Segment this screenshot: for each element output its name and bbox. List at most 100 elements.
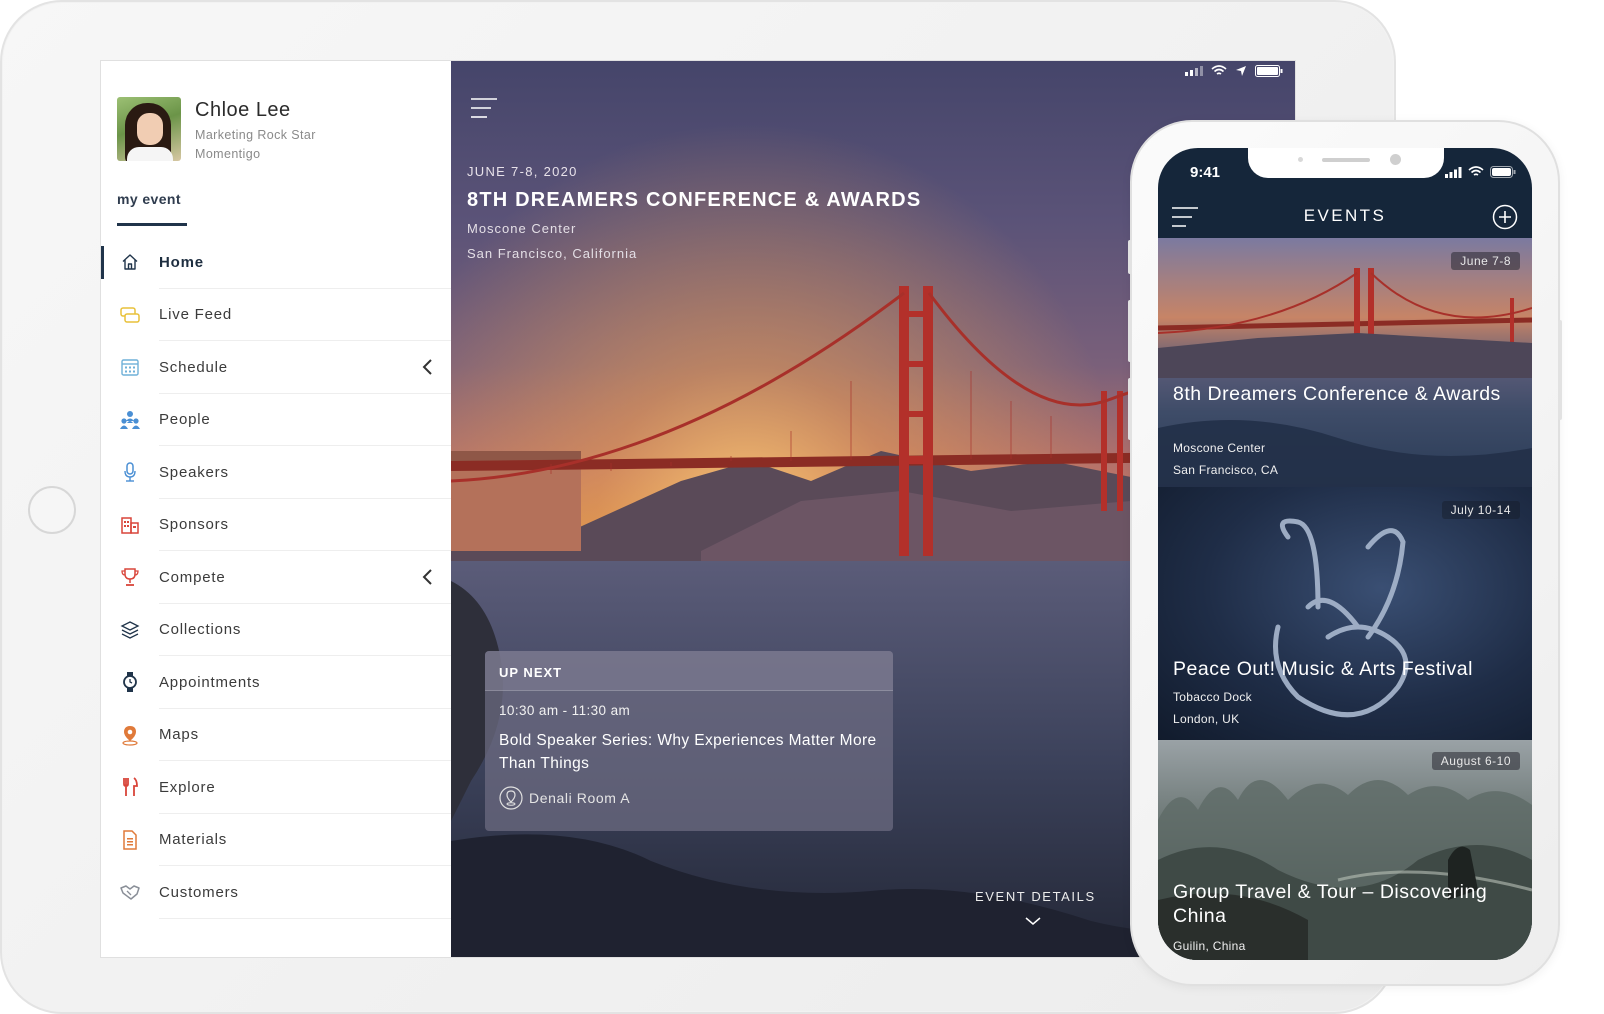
- phone-header: EVENTS: [1158, 200, 1532, 238]
- up-next-time: 10:30 am - 11:30 am: [499, 703, 630, 718]
- sidebar-item-maps[interactable]: Maps: [101, 709, 463, 762]
- sidebar-item-schedule[interactable]: Schedule: [101, 341, 463, 394]
- phone-power-button: [1558, 320, 1562, 420]
- phone-clock: 9:41: [1190, 164, 1220, 181]
- sidebar-item-label: Home: [159, 254, 204, 271]
- chevron-left-icon[interactable]: [421, 568, 433, 591]
- user-name: Chloe Lee: [195, 99, 316, 122]
- battery-icon: [1490, 166, 1516, 178]
- phone-device-frame: 9:41 EVENTS: [1130, 120, 1560, 986]
- calendar-icon: [119, 356, 141, 378]
- add-event-icon[interactable]: [1492, 204, 1518, 235]
- up-next-heading: UP NEXT: [485, 651, 893, 691]
- sidebar-item-appointments[interactable]: Appointments: [101, 656, 463, 709]
- sidebar-item-live-feed[interactable]: Live Feed: [101, 289, 463, 342]
- sidebar-item-home[interactable]: Home: [101, 236, 463, 289]
- event-card-venue: Moscone Center: [1173, 441, 1265, 455]
- event-card-venue: Tobacco Dock: [1173, 690, 1252, 704]
- sidebar-item-collections[interactable]: Collections: [101, 604, 463, 657]
- menu-icon[interactable]: [471, 97, 497, 124]
- tablet-home-button[interactable]: [28, 486, 76, 534]
- location-arrow-icon: [1235, 65, 1247, 77]
- phone-status-bar: [1445, 166, 1516, 178]
- home-icon: [119, 251, 141, 273]
- sidebar-item-sponsors[interactable]: Sponsors: [101, 499, 463, 552]
- user-company: Momentigo: [195, 147, 316, 161]
- event-venue: Moscone Center: [467, 221, 576, 236]
- up-next-room: Denali Room A: [499, 786, 630, 810]
- event-details-link[interactable]: EVENT DETAILS: [975, 889, 1096, 904]
- event-date: JUNE 7-8, 2020: [467, 164, 578, 179]
- map-pin-icon: [119, 724, 141, 746]
- up-next-title: Bold Speaker Series: Why Experiences Mat…: [499, 729, 879, 775]
- up-next-card[interactable]: UP NEXT 10:30 am - 11:30 am Bold Speaker…: [485, 651, 893, 831]
- room-label: Denali Room A: [529, 790, 630, 806]
- handshake-icon: [119, 881, 141, 903]
- sidebar-item-label: Materials: [159, 831, 227, 848]
- tab-active-indicator: [117, 223, 187, 226]
- chevron-down-icon[interactable]: [1025, 913, 1041, 931]
- phone-notch: [1248, 148, 1444, 178]
- people-icon: [119, 409, 141, 431]
- sidebar-item-label: Live Feed: [159, 306, 232, 323]
- sidebar-item-label: Speakers: [159, 464, 229, 481]
- phone-volume-up: [1128, 300, 1132, 362]
- building-icon: [119, 514, 141, 536]
- sidebar-item-label: Schedule: [159, 359, 228, 376]
- user-role: Marketing Rock Star: [195, 128, 316, 142]
- event-card[interactable]: August 6-10 Group Travel & Tour – Discov…: [1158, 740, 1532, 960]
- event-card[interactable]: June 7-8 8th Dreamers Conference & Award…: [1158, 238, 1532, 487]
- sidebar: Chloe Lee Marketing Rock Star Momentigo …: [101, 61, 463, 957]
- sidebar-item-label: Appointments: [159, 674, 260, 691]
- watch-icon: [119, 671, 141, 693]
- sidebar-item-label: Maps: [159, 726, 199, 743]
- avatar: [117, 97, 181, 161]
- event-date-badge: August 6-10: [1432, 752, 1520, 770]
- tablet-status-bar: [1185, 65, 1283, 77]
- wifi-icon: [1468, 166, 1484, 178]
- layers-icon: [119, 619, 141, 641]
- signal-icon: [1185, 66, 1203, 76]
- microphone-icon: [119, 461, 141, 483]
- sidebar-item-materials[interactable]: Materials: [101, 814, 463, 867]
- document-icon: [119, 829, 141, 851]
- event-card-title: Peace Out! Music & Arts Festival: [1173, 657, 1525, 681]
- sidebar-item-speakers[interactable]: Speakers: [101, 446, 463, 499]
- event-card-location: Guilin, China: [1173, 939, 1246, 953]
- event-card-title: 8th Dreamers Conference & Awards: [1173, 382, 1525, 406]
- trophy-icon: [119, 566, 141, 588]
- user-profile[interactable]: Chloe Lee Marketing Rock Star Momentigo: [117, 97, 316, 161]
- phone-mute-switch: [1128, 240, 1132, 274]
- sidebar-nav: Home Live Feed Schedule: [101, 236, 463, 919]
- sidebar-item-label: Customers: [159, 884, 239, 901]
- event-date-badge: June 7-8: [1451, 252, 1520, 270]
- event-card[interactable]: July 10-14 Peace Out! Music & Arts Festi…: [1158, 487, 1532, 740]
- battery-icon: [1255, 65, 1283, 77]
- sidebar-item-label: Compete: [159, 569, 225, 586]
- chevron-left-icon[interactable]: [421, 358, 433, 381]
- location-pin-icon: [499, 786, 523, 810]
- event-card-location: London, UK: [1173, 712, 1239, 726]
- live-feed-icon: [119, 304, 141, 326]
- sidebar-item-label: Collections: [159, 621, 241, 638]
- tab-my-event[interactable]: my event: [117, 191, 181, 207]
- event-card-title: Group Travel & Tour – Discovering China: [1173, 880, 1525, 928]
- event-title: 8TH DREAMERS CONFERENCE & AWARDS: [467, 189, 921, 212]
- sidebar-item-explore[interactable]: Explore: [101, 761, 463, 814]
- sidebar-item-label: People: [159, 411, 211, 428]
- fork-knife-icon: [119, 776, 141, 798]
- sidebar-item-customers[interactable]: Customers: [101, 866, 463, 919]
- event-card-location: San Francisco, CA: [1173, 463, 1278, 477]
- phone-screen: 9:41 EVENTS: [1158, 148, 1532, 960]
- phone-volume-down: [1128, 378, 1132, 440]
- phone-page-title: EVENTS: [1158, 206, 1532, 226]
- sidebar-item-people[interactable]: People: [101, 394, 463, 447]
- wifi-icon: [1211, 65, 1227, 77]
- signal-icon: [1445, 167, 1462, 178]
- sidebar-item-label: Sponsors: [159, 516, 229, 533]
- sidebar-item-label: Explore: [159, 779, 215, 796]
- event-city: San Francisco, California: [467, 246, 637, 261]
- event-date-badge: July 10-14: [1442, 501, 1520, 519]
- sidebar-item-compete[interactable]: Compete: [101, 551, 463, 604]
- tablet-screen: Chloe Lee Marketing Rock Star Momentigo …: [100, 60, 1296, 958]
